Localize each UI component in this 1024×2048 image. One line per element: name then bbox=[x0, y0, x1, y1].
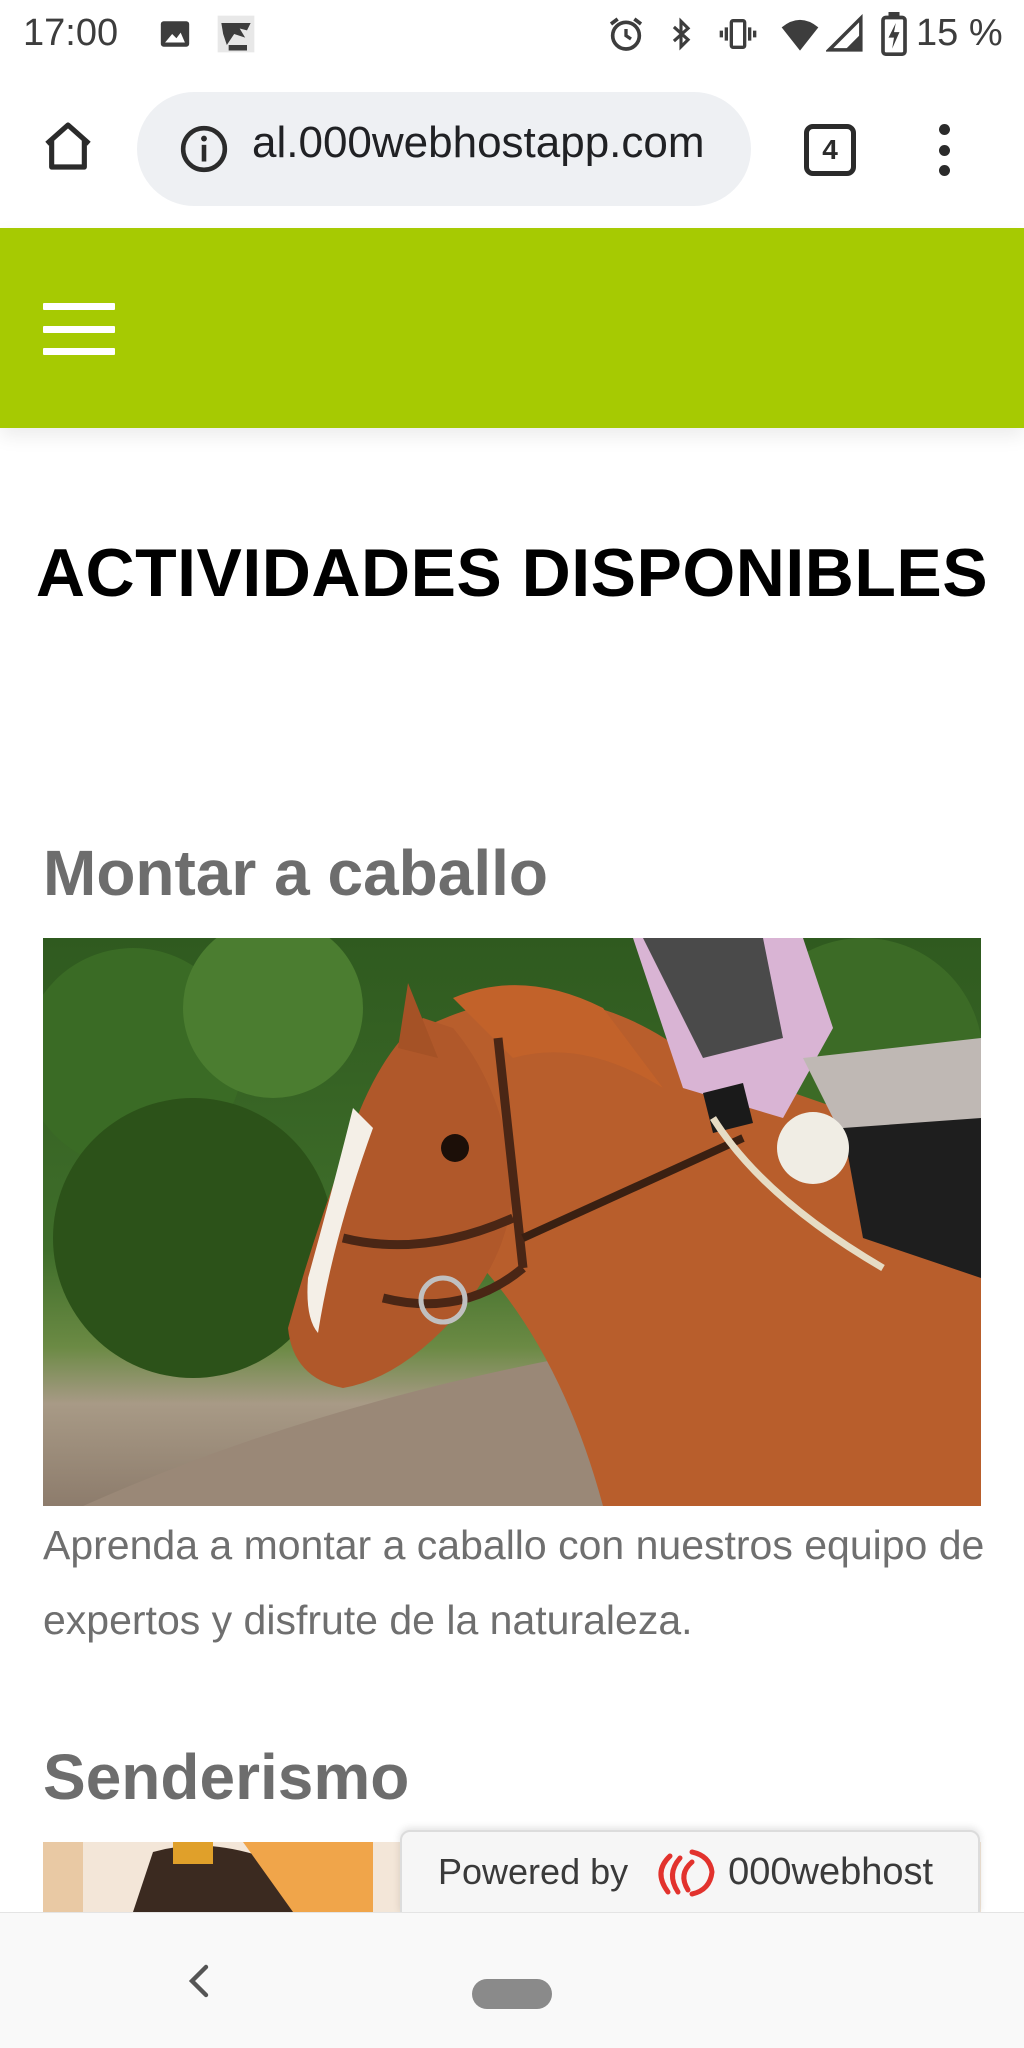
image-icon bbox=[158, 12, 192, 56]
vibrate-icon bbox=[716, 12, 760, 56]
000webhost-logo-icon bbox=[648, 1842, 718, 1902]
home-icon[interactable] bbox=[36, 114, 100, 178]
page-title: ACTIVIDADES DISPONIBLES bbox=[35, 535, 989, 611]
battery-percentage: 15 % bbox=[916, 12, 1003, 54]
activity-title: Senderismo bbox=[43, 1741, 410, 1813]
home-pill-icon[interactable] bbox=[472, 1979, 552, 2009]
info-icon[interactable] bbox=[179, 124, 229, 174]
powered-by-badge[interactable]: Powered by 000webhost bbox=[400, 1830, 980, 1914]
site-header bbox=[0, 228, 1024, 428]
status-time: 17:00 bbox=[23, 12, 119, 54]
system-nav-bar bbox=[0, 1912, 1024, 2048]
tab-switcher-button[interactable]: 4 bbox=[804, 124, 856, 176]
powered-by-label: Powered by bbox=[438, 1851, 629, 1892]
wifi-icon bbox=[778, 12, 822, 56]
powered-by-brand: 000webhost bbox=[728, 1850, 934, 1893]
address-bar[interactable]: al.000webhostapp.com bbox=[137, 92, 751, 206]
browser-toolbar: al.000webhostapp.com 4 bbox=[0, 72, 1024, 228]
activity-description: Aprenda a montar a caballo con nuestros … bbox=[43, 1522, 985, 1643]
alarm-icon bbox=[606, 12, 646, 56]
signal-icon bbox=[826, 12, 864, 56]
hamburger-menu-icon[interactable] bbox=[43, 303, 115, 355]
horse-riding-photo bbox=[43, 938, 981, 1506]
app-notification-icon bbox=[214, 12, 258, 56]
activity-title: Montar a caballo bbox=[43, 837, 548, 909]
battery-charging-icon bbox=[880, 12, 908, 56]
bluetooth-icon bbox=[664, 12, 698, 56]
more-vert-icon[interactable] bbox=[926, 118, 962, 182]
status-bar: 17:00 15 % bbox=[0, 0, 1024, 72]
back-icon[interactable] bbox=[178, 1957, 218, 2005]
url-text: al.000webhostapp.com bbox=[252, 118, 705, 167]
